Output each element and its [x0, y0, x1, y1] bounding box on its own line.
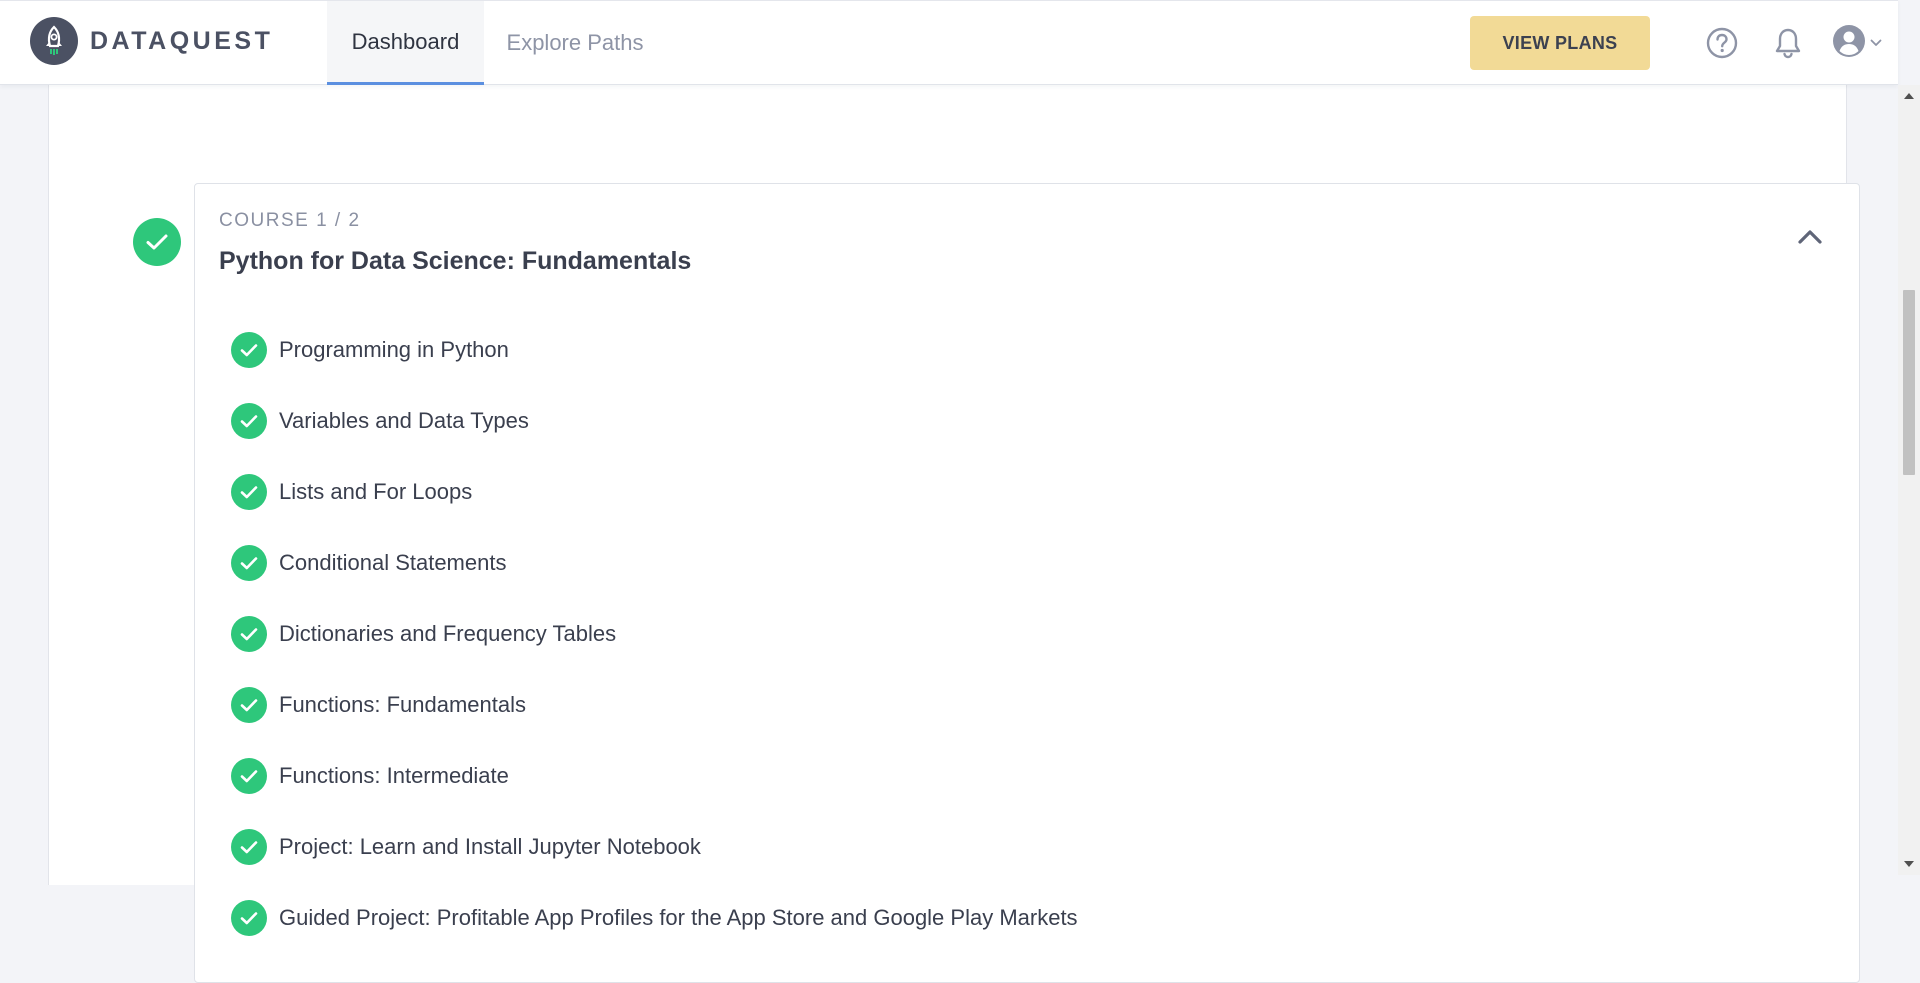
- lesson-item[interactable]: Project: Learn and Install Jupyter Noteb…: [231, 811, 1078, 882]
- completed-check-icon: [231, 686, 267, 723]
- tab-explore-paths-label: Explore Paths: [506, 30, 644, 55]
- completed-check-icon: [231, 544, 267, 581]
- tab-explore-paths[interactable]: Explore Paths: [490, 1, 660, 85]
- course-card: COURSE 1 / 2 Python for Data Science: Fu…: [194, 183, 1860, 983]
- chevron-down-icon: [1870, 34, 1882, 52]
- lesson-item[interactable]: Variables and Data Types: [231, 385, 1078, 456]
- lesson-item[interactable]: Dictionaries and Frequency Tables: [231, 598, 1078, 669]
- scroll-up-arrow-icon[interactable]: [1898, 87, 1920, 105]
- lesson-item[interactable]: Lists and For Loops: [231, 456, 1078, 527]
- view-plans-label: VIEW PLANS: [1502, 32, 1618, 53]
- completed-check-icon: [231, 899, 267, 936]
- lesson-item[interactable]: Conditional Statements: [231, 527, 1078, 598]
- tab-dashboard[interactable]: Dashboard: [327, 1, 484, 85]
- lesson-title: Project: Learn and Install Jupyter Noteb…: [279, 833, 701, 859]
- vertical-scrollbar[interactable]: [1898, 85, 1920, 875]
- lesson-title: Programming in Python: [279, 336, 509, 362]
- lesson-item[interactable]: Functions: Intermediate: [231, 740, 1078, 811]
- user-menu[interactable]: [1830, 24, 1884, 63]
- completed-check-icon: [231, 828, 267, 865]
- view-plans-button[interactable]: VIEW PLANS: [1470, 16, 1650, 70]
- help-icon[interactable]: [1704, 25, 1740, 61]
- lesson-title: Dictionaries and Frequency Tables: [279, 620, 617, 646]
- top-navigation-bar: DATAQUEST Dashboard Explore Paths VIEW P…: [0, 0, 1898, 85]
- lesson-item[interactable]: Programming in Python: [231, 314, 1078, 385]
- completed-check-icon: [231, 615, 267, 652]
- lesson-title: Functions: Fundamentals: [279, 691, 527, 717]
- rocket-logo-icon: [30, 17, 78, 65]
- lesson-title: Conditional Statements: [279, 549, 507, 575]
- bell-icon[interactable]: [1770, 25, 1806, 61]
- course-completed-check-icon: [133, 218, 181, 266]
- completed-check-icon: [231, 331, 267, 368]
- user-avatar-icon: [1832, 24, 1866, 63]
- lesson-title: Lists and For Loops: [279, 478, 473, 504]
- completed-check-icon: [231, 473, 267, 510]
- chevron-up-icon: [1797, 229, 1823, 250]
- path-content: COURSE 1 / 2 Python for Data Science: Fu…: [48, 85, 1860, 983]
- course-number-label: COURSE 1 / 2: [219, 210, 361, 231]
- lesson-title: Guided Project: Profitable App Profiles …: [279, 904, 1078, 930]
- collapse-course-button[interactable]: [1793, 222, 1827, 256]
- lesson-item[interactable]: Functions: Fundamentals: [231, 669, 1078, 740]
- completed-check-icon: [231, 757, 267, 794]
- logo-wordmark: DATAQUEST: [90, 26, 274, 55]
- course-title[interactable]: Python for Data Science: Fundamentals: [219, 247, 691, 276]
- completed-check-icon: [231, 402, 267, 439]
- scrollbar-thumb[interactable]: [1903, 290, 1915, 475]
- lesson-item[interactable]: Guided Project: Profitable App Profiles …: [231, 882, 1078, 953]
- scroll-down-arrow-icon[interactable]: [1898, 855, 1920, 873]
- dataquest-logo[interactable]: DATAQUEST: [30, 17, 273, 65]
- lesson-title: Variables and Data Types: [279, 407, 529, 433]
- lesson-list: Programming in Python Variables and Data…: [231, 314, 1078, 953]
- tab-dashboard-label: Dashboard: [351, 28, 460, 54]
- lesson-title: Functions: Intermediate: [279, 762, 509, 788]
